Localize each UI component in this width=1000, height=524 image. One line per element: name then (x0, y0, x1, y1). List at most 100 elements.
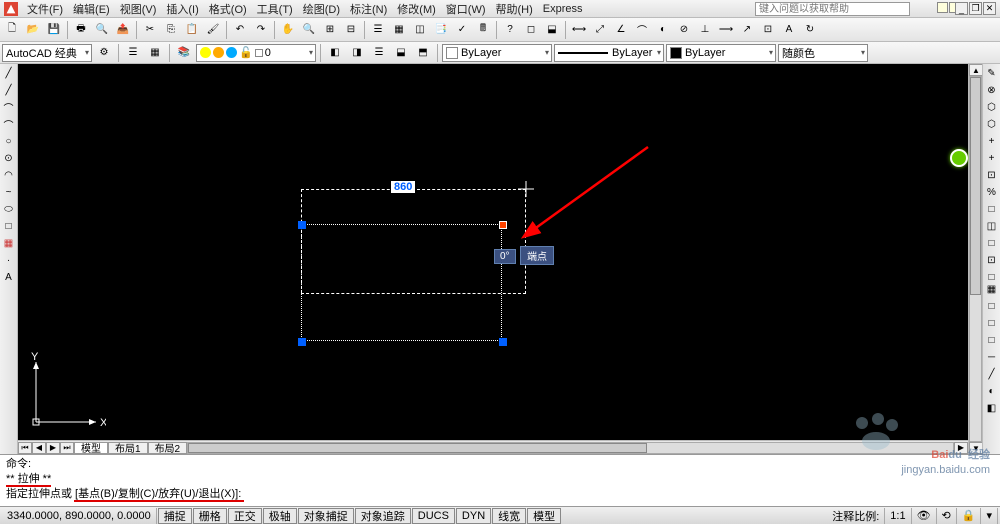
block-icon[interactable]: ◻ (521, 20, 541, 40)
linetype-combo[interactable]: ByLayer (554, 44, 664, 62)
v7-icon[interactable]: ◐ (984, 384, 999, 399)
hscroll-track[interactable] (187, 442, 954, 454)
arc-icon[interactable]: ◠ (1, 168, 16, 183)
dim-radius-icon[interactable]: ◐ (653, 20, 673, 40)
menu-insert[interactable]: 插入(I) (161, 1, 203, 17)
line-icon[interactable]: ╱ (1, 66, 16, 81)
menu-modify[interactable]: 修改(M) (392, 1, 441, 17)
hscroll-right-button[interactable]: ▶ (954, 442, 968, 454)
grip[interactable] (298, 221, 306, 229)
vscroll-track[interactable] (969, 76, 982, 442)
menu-tools[interactable]: 工具(T) (252, 1, 298, 17)
menu-draw[interactable]: 绘图(D) (298, 1, 345, 17)
trim-icon[interactable]: ◫ (984, 219, 999, 234)
extend-icon[interactable]: □ (984, 236, 999, 251)
layer-iso-icon[interactable]: ◧ (325, 43, 345, 63)
point-icon[interactable]: · (1, 253, 16, 268)
layer-mgr-icon[interactable]: 📚 (174, 43, 194, 63)
paste-icon[interactable]: 📋 (182, 20, 202, 40)
spline-icon[interactable]: ~ (1, 185, 16, 200)
layer-off-icon[interactable]: ⬒ (413, 43, 433, 63)
help-icon[interactable]: ? (500, 20, 520, 40)
layer-combo[interactable]: 🔓 0 (196, 44, 316, 62)
dim-ord-icon[interactable]: ⊥ (695, 20, 715, 40)
ellipse-icon[interactable]: ⬭ (1, 202, 16, 217)
restore-button[interactable]: ❐ (969, 2, 982, 15)
circle-icon[interactable]: ○ (1, 134, 16, 149)
insert-icon[interactable]: ⬓ (542, 20, 562, 40)
tolerance-icon[interactable]: ⊡ (758, 20, 778, 40)
properties-icon[interactable]: ☰ (368, 20, 388, 40)
layer-filter-icon[interactable]: ▦ (145, 43, 165, 63)
new-icon[interactable]: 🗋 (2, 20, 22, 40)
mirror-icon[interactable]: ⬡ (984, 100, 999, 115)
assist-button[interactable] (950, 149, 968, 167)
layout1-tab[interactable]: 布局1 (108, 442, 148, 454)
erase-icon[interactable]: ✎ (984, 66, 999, 81)
dim-edit-icon[interactable]: A (779, 20, 799, 40)
leader-icon[interactable]: ↗ (737, 20, 757, 40)
dim-diameter-icon[interactable]: ⊘ (674, 20, 694, 40)
scale-icon[interactable]: % (984, 185, 999, 200)
layer-props-icon[interactable]: ☰ (123, 43, 143, 63)
copy-obj-icon[interactable]: ⊗ (984, 83, 999, 98)
menu-express[interactable]: Express (538, 3, 588, 15)
dim-angular-icon[interactable]: ∠ (611, 20, 631, 40)
model-tab[interactable]: 模型 (74, 442, 108, 454)
menu-dimension[interactable]: 标注(N) (345, 1, 392, 17)
v1-icon[interactable]: ▦ (984, 282, 999, 297)
copy-icon[interactable]: ⎘ (161, 20, 181, 40)
text-icon[interactable]: A (1, 270, 16, 285)
v6-icon[interactable]: ╱ (984, 367, 999, 382)
dim-arc-icon[interactable]: ⌒ (632, 20, 652, 40)
design-center-icon[interactable]: ▦ (389, 20, 409, 40)
v2-icon[interactable]: □ (984, 299, 999, 314)
stretch-icon[interactable]: □ (984, 202, 999, 217)
dim-cont-icon[interactable]: ⟶ (716, 20, 736, 40)
star-button[interactable] (937, 2, 948, 13)
layer-prev-icon[interactable]: ◨ (347, 43, 367, 63)
menu-edit[interactable]: 编辑(E) (68, 1, 115, 17)
dim-update-icon[interactable]: ↻ (800, 20, 820, 40)
workspace-settings-icon[interactable]: ⚙ (94, 43, 114, 63)
close-button[interactable]: ✕ (983, 2, 996, 15)
command-line[interactable]: 命令: ** 拉伸 ** 指定拉伸点或 [基点(B)/复制(C)/放弃(U)/退… (0, 454, 1000, 506)
workspace-combo[interactable]: AutoCAD 经典 (2, 44, 92, 62)
sheet-set-icon[interactable]: 📑 (431, 20, 451, 40)
drawing-canvas[interactable]: 860 0° 端点 X Y (18, 64, 968, 440)
tab-next-button[interactable]: ▶ (46, 442, 60, 454)
hatch-icon[interactable]: ▦ (1, 236, 16, 251)
hscroll-thumb[interactable] (188, 443, 647, 453)
undo-icon[interactable]: ↶ (230, 20, 250, 40)
move-icon[interactable]: + (984, 151, 999, 166)
menu-view[interactable]: 视图(V) (115, 1, 162, 17)
cut-icon[interactable]: ✂ (140, 20, 160, 40)
hot-grip[interactable] (499, 221, 507, 229)
polyline-icon[interactable]: ⌒ (1, 100, 16, 115)
array-icon[interactable]: + (984, 134, 999, 149)
print-icon[interactable]: 🖶 (71, 20, 91, 40)
open-icon[interactable]: 📂 (23, 20, 43, 40)
minimize-button[interactable]: _ (955, 2, 968, 15)
layout2-tab[interactable]: 布局2 (148, 442, 188, 454)
dim-aligned-icon[interactable]: ⤢ (590, 20, 610, 40)
save-icon[interactable]: 💾 (44, 20, 64, 40)
tab-prev-button[interactable]: ◀ (32, 442, 46, 454)
polygon-icon[interactable]: ⌒ (1, 117, 16, 132)
xline-icon[interactable]: ╱ (1, 83, 16, 98)
rectangle-icon[interactable]: □ (1, 219, 16, 234)
vscroll-thumb[interactable] (970, 77, 981, 295)
v4-icon[interactable]: □ (984, 333, 999, 348)
layer-match-icon[interactable]: ⬓ (391, 43, 411, 63)
v5-icon[interactable]: ─ (984, 350, 999, 365)
color-combo[interactable]: ByLayer (442, 44, 552, 62)
donut-icon[interactable]: ⊙ (1, 151, 16, 166)
redo-icon[interactable]: ↷ (251, 20, 271, 40)
zoom-icon[interactable]: 🔍 (299, 20, 319, 40)
offset-icon[interactable]: ⬡ (984, 117, 999, 132)
pan-icon[interactable]: ✋ (278, 20, 298, 40)
menu-file[interactable]: 文件(F) (22, 1, 68, 17)
tab-first-button[interactable]: ⏮ (18, 442, 32, 454)
plotstyle-combo[interactable]: 随颜色 (778, 44, 868, 62)
tab-last-button[interactable]: ⏭ (60, 442, 74, 454)
